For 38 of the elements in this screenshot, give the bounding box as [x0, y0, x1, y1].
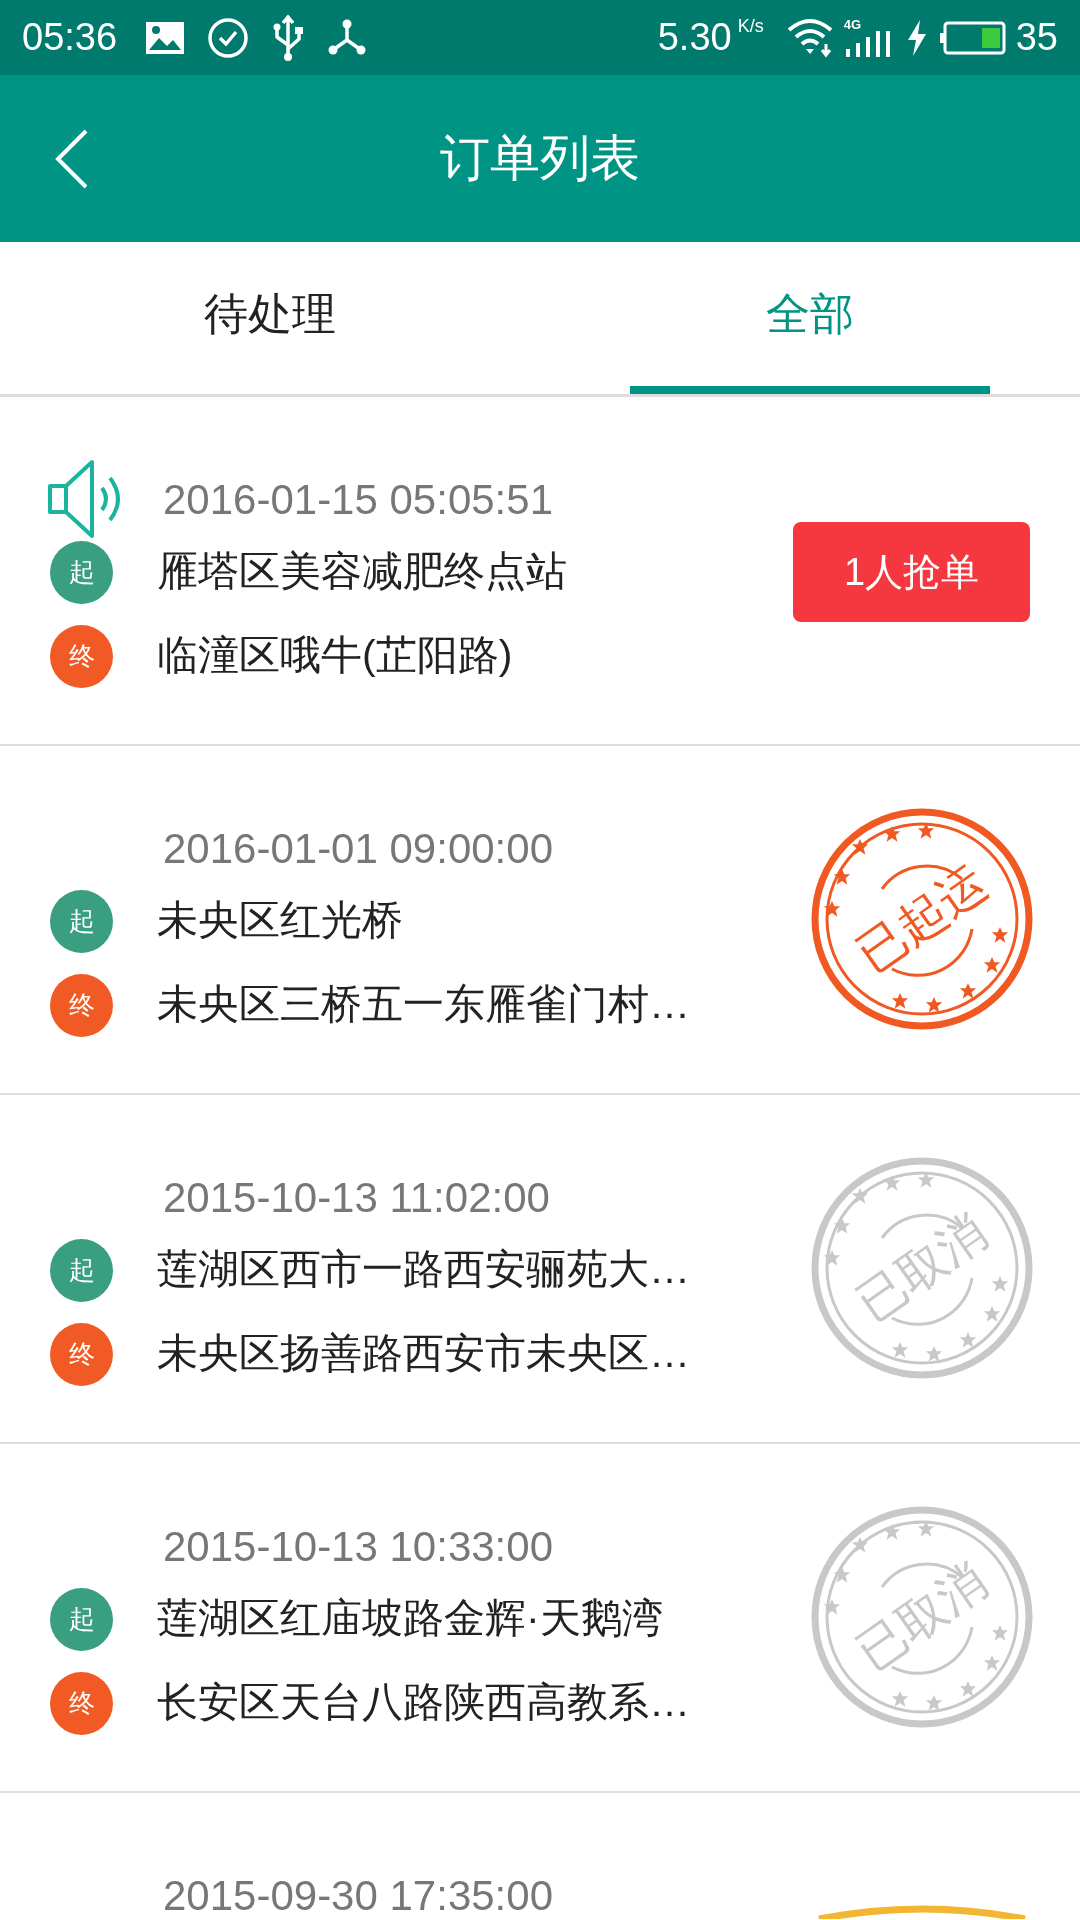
page-title: 订单列表: [440, 129, 640, 188]
check-circle-icon: [207, 16, 250, 59]
end-marker: 终: [50, 624, 113, 688]
battery-icon: [939, 20, 1006, 55]
order-time: 2015-10-13 10:33:00: [163, 1521, 553, 1572]
start-marker: 起: [50, 1238, 113, 1302]
battery-level: 35: [1015, 15, 1058, 60]
network-speed: 5.30: [657, 15, 732, 60]
tab[interactable]: 待处理: [0, 242, 540, 394]
order-time: 2016-01-15 05:05:51: [163, 474, 553, 525]
order-time: 2015-09-30 17:35:00: [163, 1870, 553, 1920]
address: 雁塔区美容减肥终点站: [157, 547, 567, 597]
start-marker: 起: [50, 889, 113, 953]
grab-order-button[interactable]: 1人抢单: [793, 522, 1030, 622]
order-time: 2016-01-01 09:00:00: [163, 823, 553, 874]
end-marker: 终: [50, 1671, 113, 1735]
wifi-icon: [785, 17, 834, 58]
address: 未央区扬善路西安市未央区…: [157, 1329, 690, 1379]
stamp-text: 已起运: [846, 854, 997, 984]
order-time: 2015-10-13 11:02:00: [163, 1172, 550, 1223]
address: 莲湖区红庙坡路金辉·天鹅湾: [157, 1594, 663, 1644]
start-marker: 起: [50, 1587, 113, 1651]
signal-icon: [843, 31, 890, 57]
image-icon: [145, 20, 186, 55]
usb-icon: [271, 14, 306, 61]
end-marker: 终: [50, 1322, 113, 1386]
network-type: 4G: [843, 18, 862, 31]
address: 未央区三桥五一东雁雀门村…: [157, 980, 690, 1030]
clock: 05:36: [22, 15, 118, 60]
charging-icon: [905, 19, 928, 56]
tab[interactable]: 全部: [540, 242, 1080, 394]
address: 未央区红光桥: [157, 896, 403, 946]
address: 临潼区哦牛(芷阳路): [157, 631, 513, 681]
end-marker: 终: [50, 973, 113, 1037]
address: 长安区天台八路陕西高教系…: [157, 1678, 690, 1728]
speed-unit: K/s: [737, 15, 764, 38]
address: 莲湖区西市一路西安骊苑大…: [157, 1245, 690, 1295]
start-marker: 起: [50, 540, 113, 604]
